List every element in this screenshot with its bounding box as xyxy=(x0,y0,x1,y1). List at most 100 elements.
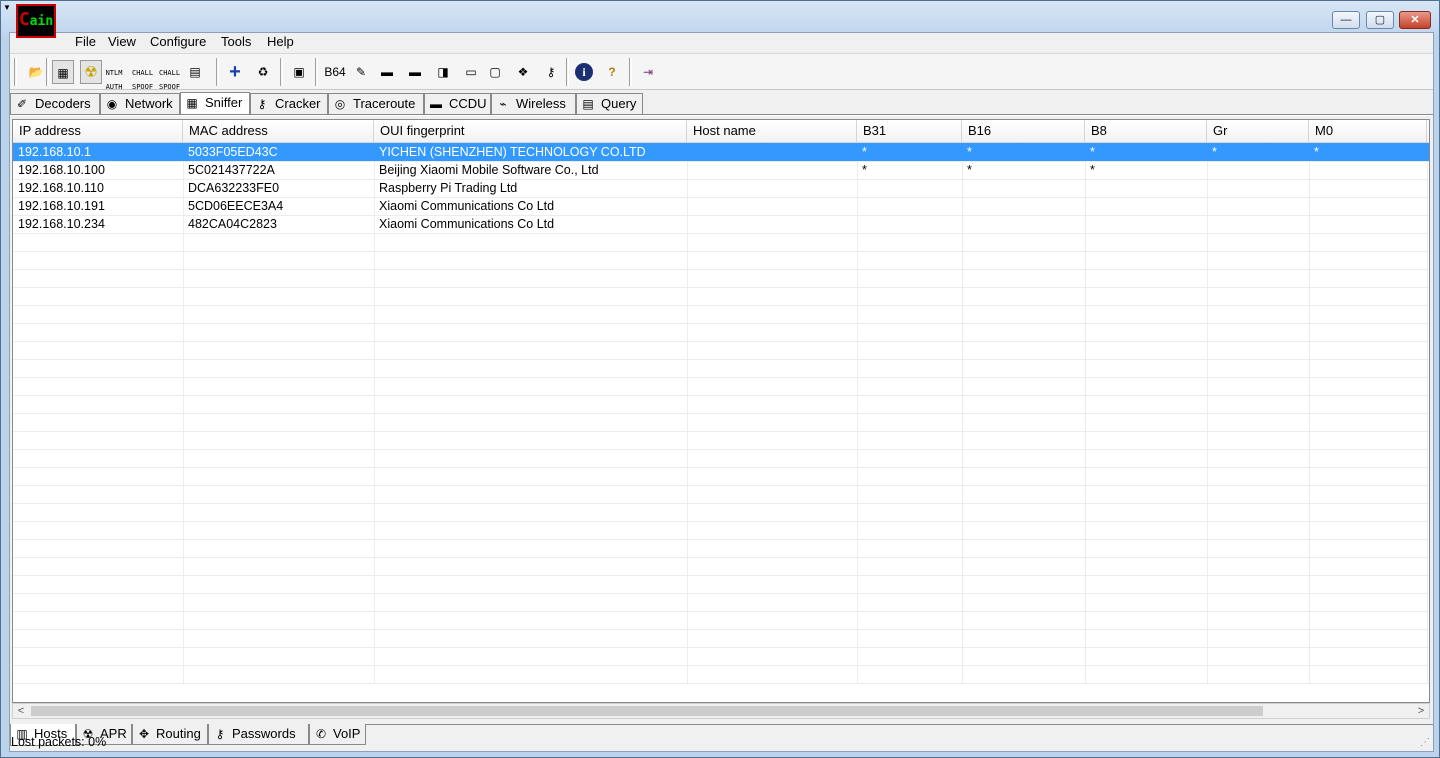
column-header-mac-address[interactable]: MAC address xyxy=(183,120,374,143)
tab-traceroute[interactable]: ◎ Traceroute xyxy=(328,93,424,114)
table-row[interactable]: 192.168.10.1 5033F05ED43C YICHEN (SHENZHEN… xyxy=(13,143,1429,161)
toolbar-button-hash-calc[interactable]: ✎ xyxy=(350,60,372,84)
menu-bar: File View Configure Tools Help xyxy=(10,33,1433,52)
system-menu-icon[interactable]: ▼ xyxy=(3,3,13,13)
grid-line xyxy=(13,593,1429,594)
column-header-b8[interactable]: B8 xyxy=(1085,120,1207,143)
cell-b16 xyxy=(962,215,1085,233)
cell-b16: * xyxy=(967,145,972,159)
column-header-gr[interactable]: Gr xyxy=(1207,120,1309,143)
cell-mac-address: 482CA04C2823 xyxy=(188,217,277,231)
grid-line xyxy=(13,431,1429,432)
toolbar-button-certificate[interactable]: ▣ xyxy=(288,60,310,84)
apr-radiation-icon: ☢ xyxy=(84,64,98,81)
toolbar-button-sniffer[interactable]: ▦ xyxy=(52,60,74,84)
tab-label: Sniffer xyxy=(205,95,243,110)
open-folder-icon: 📂 xyxy=(28,65,44,79)
toolbar-button-chall-spoof-ntlm[interactable]: CHALL SPOOF NTLM xyxy=(157,60,181,105)
column-header-m0[interactable]: M0 xyxy=(1309,120,1427,143)
toolbar-button-key[interactable]: ⚷ xyxy=(540,60,562,84)
cell-ip-address: 192.168.10.191 xyxy=(18,199,105,213)
grid-line xyxy=(13,539,1429,540)
cell-oui-fingerprint: Beijing Xiaomi Mobile Software Co., Ltd xyxy=(379,163,599,177)
tab-network[interactable]: ◉ Network xyxy=(100,93,180,114)
toolbar-button-info[interactable]: i xyxy=(573,60,595,84)
grid-line xyxy=(13,683,1429,684)
table-row[interactable]: 192.168.10.100 5C021437722A Beijing Xiaomi… xyxy=(13,161,1429,179)
tab-query[interactable]: ▤ Query xyxy=(576,93,643,114)
grid-line xyxy=(13,647,1429,648)
cell-mac-address: 5CD06EECE3A4 xyxy=(188,199,284,213)
tab-cracker[interactable]: ⚷ Cracker xyxy=(250,93,328,114)
sniffer-icon: ▦ xyxy=(186,96,198,110)
toolbar-button-monitor[interactable]: ▤ xyxy=(184,60,206,84)
maximize-button[interactable]: ▢ xyxy=(1366,11,1394,29)
column-header-ip-address[interactable]: IP address xyxy=(13,120,183,143)
minimize-button[interactable]: — xyxy=(1332,11,1360,29)
grid-line xyxy=(13,377,1429,378)
menu-configure[interactable]: Configure xyxy=(150,34,206,50)
toolbar-button-cmd[interactable]: ▭ xyxy=(460,60,482,84)
scroll-left-icon[interactable]: < xyxy=(13,704,29,718)
toolbar-button-dialup[interactable]: ❖ xyxy=(512,60,534,84)
grid-line xyxy=(13,287,1429,288)
column-header-host-name[interactable]: Host name xyxy=(687,120,857,143)
chall-spoof-ntlm-icon: CHALL SPOOF NTLM xyxy=(159,68,181,105)
toolbar-button-rdp[interactable]: ▢ xyxy=(484,60,506,84)
tab-decoders[interactable]: ✐ Decoders xyxy=(10,93,100,114)
toolbar-button-lsa[interactable]: ◨ xyxy=(432,60,454,84)
tab-sniffer[interactable]: ▦ Sniffer xyxy=(180,92,250,114)
table-row[interactable]: 192.168.10.191 5CD06EECE3A4 Xiaomi Communi… xyxy=(13,197,1429,215)
table-row[interactable]: 192.168.10.110 DCA632233FE0 Raspberry Pi T… xyxy=(13,179,1429,197)
logo-text: ain xyxy=(29,14,54,29)
toolbar-button-exit[interactable]: ⇥ xyxy=(637,60,659,84)
resize-grip-icon[interactable]: ⋰ xyxy=(1420,737,1430,748)
cell-ip-address: 192.168.10.110 xyxy=(18,181,104,195)
tab-divider xyxy=(10,114,1433,116)
column-header-b16[interactable]: B16 xyxy=(962,120,1085,143)
toolbar-button-mp3[interactable]: ▬ xyxy=(404,60,426,84)
menu-file[interactable]: File xyxy=(75,34,96,50)
toolbar-button-apr-radiation[interactable]: ☢ xyxy=(80,60,102,84)
cell-b16 xyxy=(962,197,1085,215)
cell-m: * xyxy=(1427,143,1429,161)
cell-gr xyxy=(1207,161,1309,179)
cell-ip-address: 192.168.10.100 xyxy=(18,163,105,177)
column-header-b31[interactable]: B31 xyxy=(857,120,962,143)
menu-tools[interactable]: Tools xyxy=(221,34,251,50)
toolbar-button-base64[interactable]: B64 xyxy=(324,60,346,84)
toolbar-button-cisco[interactable]: ▬ xyxy=(376,60,398,84)
column-header-m[interactable]: M xyxy=(1427,120,1429,143)
grid-line xyxy=(13,233,1429,234)
toolbar-grip[interactable] xyxy=(14,58,17,86)
tab-label: Decoders xyxy=(35,96,91,111)
toolbar-button-ntlm-auth[interactable]: NTLM AUTH xyxy=(103,60,125,91)
scroll-right-icon[interactable]: > xyxy=(1413,704,1429,718)
cell-b31: * xyxy=(862,145,867,159)
scrollbar-thumb[interactable] xyxy=(31,706,1263,716)
tab-ccdu[interactable]: ▬ CCDU xyxy=(424,93,491,114)
column-header-oui-fingerprint[interactable]: OUI fingerprint xyxy=(374,120,687,143)
tab-wireless[interactable]: ⌁ Wireless xyxy=(491,93,576,114)
delete-icon: ♻ xyxy=(257,65,269,79)
menu-view[interactable]: View xyxy=(108,34,136,50)
toolbar-button-open-folder[interactable]: 📂 xyxy=(25,60,47,84)
title-bar[interactable]: ▼ Cain — ▢ ✕ xyxy=(1,1,1440,38)
cell-m0 xyxy=(1309,215,1427,233)
hash-calc-icon: ✎ xyxy=(355,65,367,79)
menu-help[interactable]: Help xyxy=(267,34,294,50)
tab-label: Network xyxy=(125,96,173,111)
cell-m: * xyxy=(1427,179,1429,197)
toolbar-button-chall-spoof-reset[interactable]: CHALL SPOOF RESET xyxy=(130,60,153,105)
table-row[interactable]: 192.168.10.234 482CA04C2823 Xiaomi Communi… xyxy=(13,215,1429,233)
cell-host-name xyxy=(687,143,857,161)
certificate-icon: ▣ xyxy=(293,65,305,79)
grid-line xyxy=(13,269,1429,270)
toolbar-button-add[interactable]: + xyxy=(224,60,246,84)
wireless-icon: ⌁ xyxy=(499,97,507,111)
toolbar-button-help[interactable]: ? xyxy=(601,60,623,84)
hosts-list[interactable]: IP address MAC address OUI fingerprint Host… xyxy=(12,119,1430,703)
close-button[interactable]: ✕ xyxy=(1399,11,1431,29)
horizontal-scrollbar[interactable]: < > xyxy=(12,703,1430,719)
toolbar-button-delete[interactable]: ♻ xyxy=(252,60,274,84)
